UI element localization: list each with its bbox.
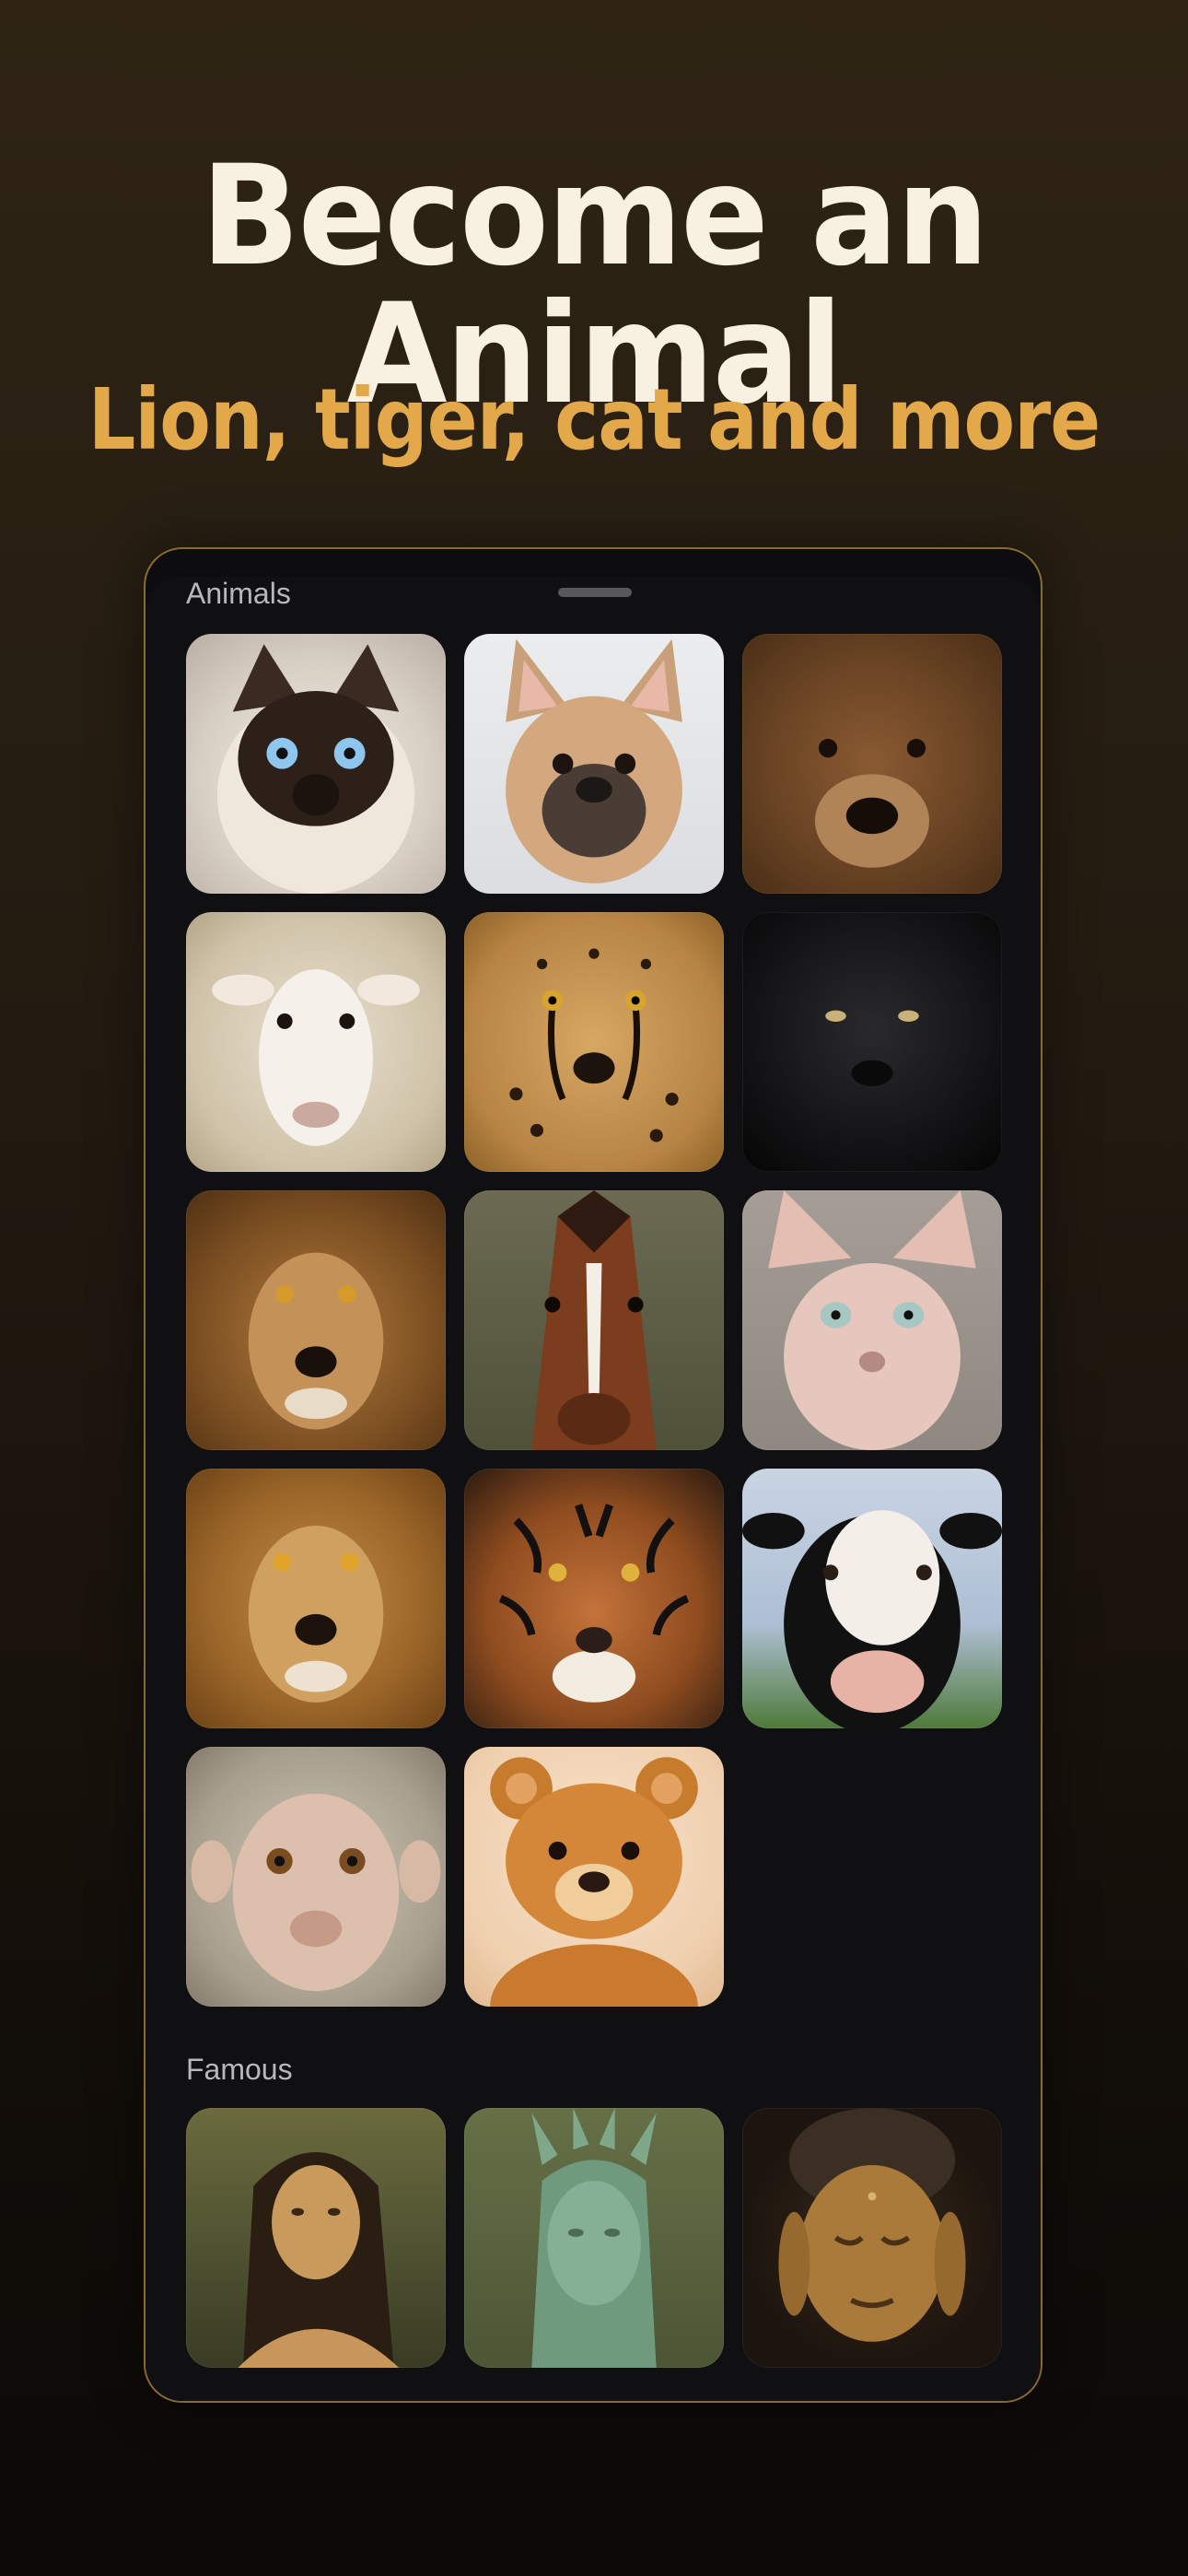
lion-icon	[248, 1526, 384, 1703]
horse-icon	[531, 1190, 657, 1450]
lion-tile-1[interactable]	[186, 1190, 446, 1450]
lion-icon	[248, 1252, 384, 1430]
cheetah-tile[interactable]	[464, 912, 724, 1172]
buddha-tile[interactable]	[742, 2108, 1002, 2368]
buddha-icon	[778, 2108, 966, 2342]
sheep-tile[interactable]	[186, 912, 446, 1172]
tiger-icon	[498, 1504, 690, 1703]
mona-lisa-icon	[238, 2151, 400, 2368]
mona-lisa-tile[interactable]	[186, 2108, 446, 2368]
cheetah-icon	[509, 948, 679, 1142]
tiger-tile[interactable]	[464, 1469, 724, 1728]
bear-tile[interactable]	[742, 634, 1002, 894]
bear-icon	[814, 738, 930, 868]
teddy-bear-icon	[490, 1757, 698, 2007]
monkey-icon	[191, 1793, 441, 1992]
sheet-grabber-handle[interactable]	[558, 588, 632, 597]
monkey-tile[interactable]	[186, 1747, 446, 2007]
animal-picker-sheet: Animals Famous	[144, 547, 1042, 2403]
french-bulldog-icon	[506, 638, 682, 884]
section-label-famous: Famous	[186, 2053, 293, 2086]
siamese-cat-tile[interactable]	[186, 634, 446, 894]
cow-icon	[742, 1510, 1002, 1728]
sphynx-cat-icon	[768, 1190, 976, 1450]
statue-of-liberty-tile[interactable]	[464, 2108, 724, 2368]
french-bulldog-tile[interactable]	[464, 634, 724, 894]
teddy-bear-tile[interactable]	[464, 1747, 724, 2007]
statue-of-liberty-icon	[531, 2108, 657, 2368]
section-label-animals: Animals	[186, 577, 291, 610]
subheadline: Lion, tiger, cat and more	[87, 370, 1101, 469]
horse-tile[interactable]	[464, 1190, 724, 1450]
black-panther-icon	[825, 1010, 919, 1086]
lion-tile-2[interactable]	[186, 1469, 446, 1728]
cow-tile[interactable]	[742, 1469, 1002, 1728]
sheep-icon	[212, 969, 420, 1146]
siamese-cat-icon	[216, 644, 415, 894]
sphynx-cat-tile[interactable]	[742, 1190, 1002, 1450]
black-panther-tile[interactable]	[742, 912, 1002, 1172]
